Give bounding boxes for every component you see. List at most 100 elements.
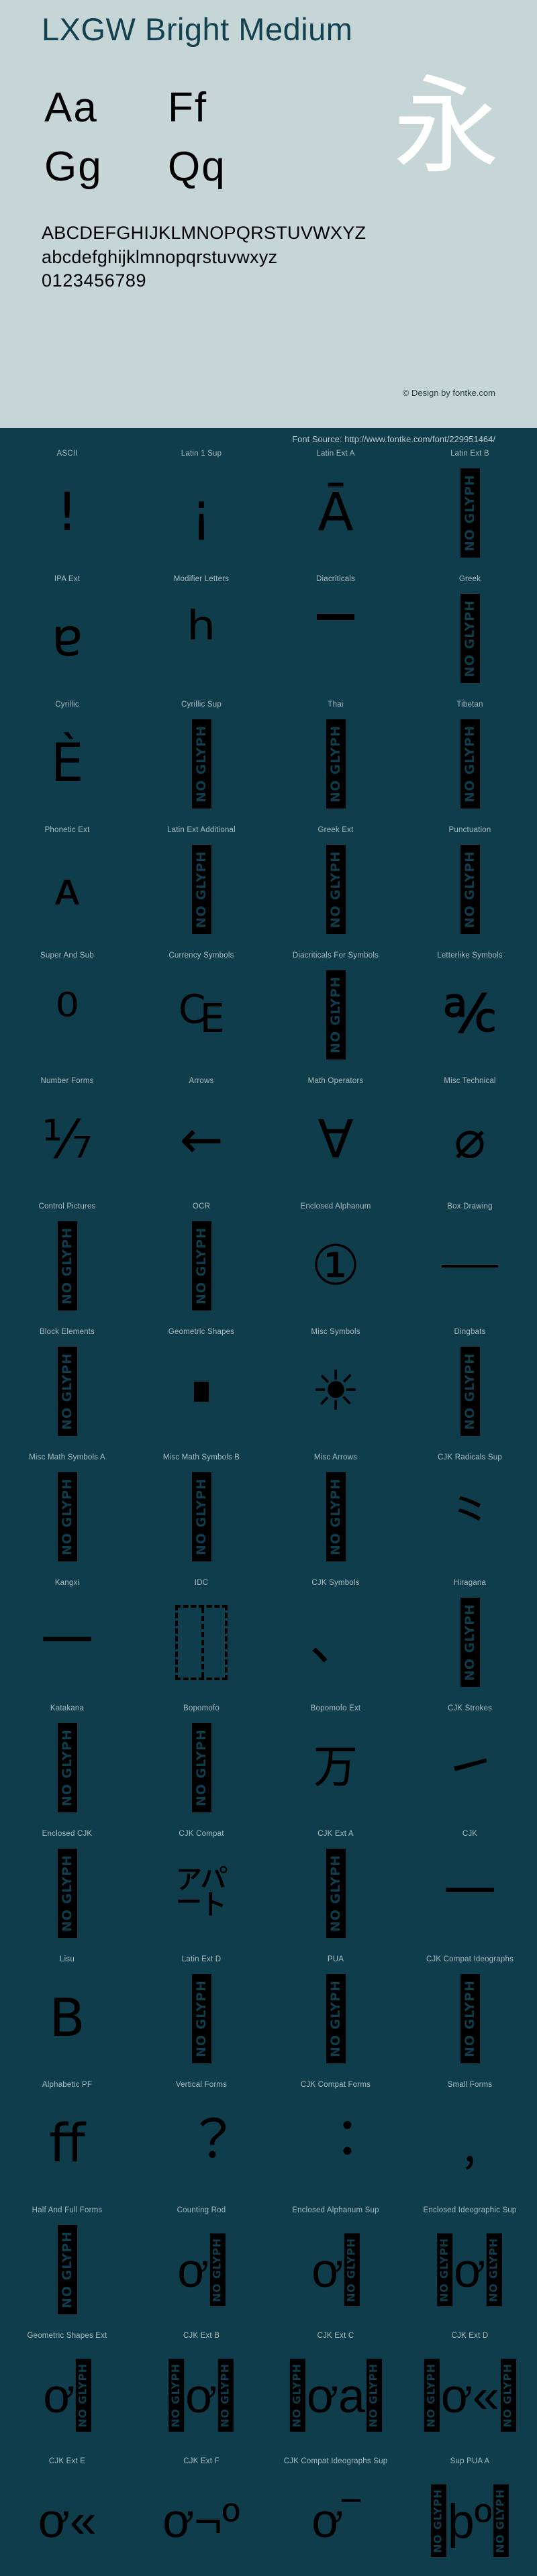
unicode-block-cell[interactable]: Greek Ext NO GLYPH	[268, 819, 403, 945]
unicode-block-cell[interactable]: Counting Rod ơ NO GLYPH	[134, 2200, 268, 2325]
no-glyph-badge: NO GLYPH	[57, 1849, 77, 1938]
unicode-block-cell[interactable]: Hiragana NO GLYPH	[403, 1572, 537, 1698]
unicode-block-cell[interactable]: CJK Strokes ㇀	[403, 1698, 537, 1823]
unicode-block-cell[interactable]: Bopomofo Ext ㄪ	[268, 1698, 403, 1823]
glyph-sample: ㇀	[443, 1737, 496, 1798]
unicode-block-cell[interactable]: Phonetic Ext ᴀ	[0, 819, 134, 945]
unicode-block-cell[interactable]: Small Forms ﹐	[403, 2074, 537, 2200]
unicode-block-cell[interactable]: Currency Symbols ₠	[134, 945, 268, 1070]
unicode-block-cell[interactable]: Enclosed Alphanum ①	[268, 1196, 403, 1321]
unicode-block-label: Letterlike Symbols	[437, 951, 503, 960]
unicode-block-cell[interactable]: CJK Compat Ideographs Sup ơ‾	[268, 2451, 403, 2576]
unicode-block-cell[interactable]: Thai NO GLYPH	[268, 694, 403, 819]
glyph-preview: ɐ	[0, 583, 134, 694]
glyph-preview: Ѐ	[0, 709, 134, 819]
unicode-block-cell[interactable]: OCR NO GLYPH	[134, 1196, 268, 1321]
no-glyph-badge: NO GLYPH	[191, 1974, 211, 2063]
unicode-block-cell[interactable]: Super And Sub ⁰	[0, 945, 134, 1070]
unicode-block-cell[interactable]: Dingbats NO GLYPH	[403, 1321, 537, 1447]
unicode-block-cell[interactable]: Alphabetic PF ﬀ	[0, 2074, 134, 2200]
unicode-block-cell[interactable]: CJK Ext A NO GLYPH	[268, 1823, 403, 1949]
unicode-block-cell[interactable]: CJK Ext B NO GLYPH ơ NO GLYPH	[134, 2325, 268, 2451]
unicode-block-cell[interactable]: Lisu ꓐ	[0, 1949, 134, 2074]
glyph-sample: 、	[309, 1612, 362, 1673]
glyph-sample: ﬀ	[49, 2114, 85, 2175]
unicode-block-cell[interactable]: CJK 一	[403, 1823, 537, 1949]
unicode-block-cell[interactable]: Control Pictures NO GLYPH	[0, 1196, 134, 1321]
unicode-block-cell[interactable]: Geometric Shapes	[134, 1321, 268, 1447]
unicode-block-cell[interactable]: Geometric Shapes Ext ơ NO GLYPH	[0, 2325, 134, 2451]
unicode-block-cell[interactable]: Misc Symbols ☀	[268, 1321, 403, 1447]
no-glyph-badge: NO GLYPH	[57, 1723, 77, 1812]
unicode-block-cell[interactable]: Latin 1 Sup ¡	[134, 443, 268, 568]
unicode-block-cell[interactable]: ASCII!	[0, 443, 134, 568]
unicode-block-cell[interactable]: CJK Compat ㌀	[134, 1823, 268, 1949]
unicode-block-cell[interactable]: CJK Ext D NO GLYPH ơ« NO GLYPH	[403, 2325, 537, 2451]
unicode-block-cell[interactable]: Modifier Letters ʰ	[134, 568, 268, 694]
unicode-block-cell[interactable]: Diacriticals	[268, 568, 403, 694]
glyph-sample: Ѐ	[50, 733, 84, 794]
unicode-block-cell[interactable]: Number Forms ⅐	[0, 1070, 134, 1196]
no-glyph-badge: NO GLYPH	[191, 845, 211, 934]
no-glyph-badge: NO GLYPH	[437, 2233, 453, 2306]
unicode-block-cell[interactable]: Enclosed Ideographic Sup NO GLYPH ơ NO GLYP…	[403, 2200, 537, 2325]
unicode-block-cell[interactable]: Box Drawing	[403, 1196, 537, 1321]
unicode-block-cell[interactable]: Katakana NO GLYPH	[0, 1698, 134, 1823]
unicode-block-cell[interactable]: Latin Ext A Ā	[268, 443, 403, 568]
unicode-block-cell[interactable]: Cyrillic Sup NO GLYPH	[134, 694, 268, 819]
unicode-block-cell[interactable]: Diacriticals For Symbols NO GLYPH	[268, 945, 403, 1070]
unicode-block-cell[interactable]: Punctuation NO GLYPH	[403, 819, 537, 945]
unicode-block-cell[interactable]: Letterlike Symbols ℀	[403, 945, 537, 1070]
unicode-block-cell[interactable]: CJK Compat Ideographs NO GLYPH	[403, 1949, 537, 2074]
unicode-block-cell[interactable]: Math Operators ∀	[268, 1070, 403, 1196]
sample-letter-qq: Qq	[168, 144, 226, 190]
glyph-preview: ①	[268, 1210, 403, 1321]
glyph-sample: ☀	[311, 1359, 360, 1423]
unicode-block-label: Half And Full Forms	[32, 2206, 103, 2214]
unicode-block-cell[interactable]: CJK Ext F ơ¬º	[134, 2451, 268, 2576]
unicode-block-cell[interactable]: Cyrillic Ѐ	[0, 694, 134, 819]
glyph-preview: NO GLYPH	[268, 1963, 403, 2074]
unicode-block-cell[interactable]: Bopomofo NO GLYPH	[134, 1698, 268, 1823]
glyph-sample: ơ	[177, 2242, 209, 2297]
glyph-preview: !	[0, 458, 134, 568]
unicode-block-cell[interactable]: Enclosed Alphanum Sup ơ NO GLYPH	[268, 2200, 403, 2325]
unicode-block-cell[interactable]: Tibetan NO GLYPH	[403, 694, 537, 819]
unicode-block-cell[interactable]: Vertical Forms ︖	[134, 2074, 268, 2200]
unicode-block-cell[interactable]: Latin Ext Additional NO GLYPH	[134, 819, 268, 945]
unicode-block-cell[interactable]: CJK Ext C NO GLYPH ơa NO GLYPH	[268, 2325, 403, 2451]
unicode-block-cell[interactable]: Half And Full Forms NO GLYPH	[0, 2200, 134, 2325]
unicode-block-label: Punctuation	[448, 826, 491, 834]
no-glyph-badge: NO GLYPH	[191, 1221, 211, 1310]
glyph-sample: ㌀	[175, 1863, 228, 1924]
unicode-block-cell[interactable]: Kangxi 一	[0, 1572, 134, 1698]
no-glyph-badge: NO GLYPH	[493, 2484, 509, 2557]
copyright-notice: © Design by fontke.com	[402, 388, 495, 398]
no-glyph-badge: NO GLYPH	[487, 2233, 503, 2306]
no-glyph-badge: NO GLYPH	[191, 1723, 211, 1812]
unicode-block-cell[interactable]: CJK Compat Forms ︓	[268, 2074, 403, 2200]
unicode-block-cell[interactable]: Arrows ←	[134, 1070, 268, 1196]
unicode-block-cell[interactable]: PUA NO GLYPH	[268, 1949, 403, 2074]
unicode-block-cell[interactable]: Misc Arrows NO GLYPH	[268, 1447, 403, 1572]
unicode-block-cell[interactable]: Block Elements NO GLYPH	[0, 1321, 134, 1447]
glyph-sample: ꓐ	[49, 1988, 85, 2049]
unicode-block-cell[interactable]: CJK Ext E ơ«	[0, 2451, 134, 2576]
unicode-block-label: Enclosed Alphanum Sup	[292, 2206, 379, 2214]
unicode-block-cell[interactable]: CJK Radicals Sup ⺀	[403, 1447, 537, 1572]
unicode-block-cell[interactable]: Sup PUA A NO GLYPH þº NO GLYPH	[403, 2451, 537, 2576]
unicode-block-cell[interactable]: CJK Symbols 、	[268, 1572, 403, 1698]
unicode-block-cell[interactable]: IDC	[134, 1572, 268, 1698]
unicode-block-cell[interactable]: IPA Ext ɐ	[0, 568, 134, 694]
unicode-block-label: Super And Sub	[40, 951, 94, 960]
unicode-block-cell[interactable]: Misc Math Symbols A NO GLYPH	[0, 1447, 134, 1572]
glyph-preview	[268, 583, 403, 694]
unicode-block-cell[interactable]: Misc Technical ⌀	[403, 1070, 537, 1196]
unicode-block-cell[interactable]: Misc Math Symbols B NO GLYPH	[134, 1447, 268, 1572]
no-glyph-badge: NO GLYPH	[191, 719, 211, 809]
unicode-block-cell[interactable]: Enclosed CJK NO GLYPH	[0, 1823, 134, 1949]
unicode-block-cell[interactable]: Greek NO GLYPH	[403, 568, 537, 694]
unicode-block-cell[interactable]: Latin Ext B NO GLYPH	[403, 443, 537, 568]
unicode-block-label: CJK Compat Ideographs	[426, 1955, 514, 1963]
unicode-block-cell[interactable]: Latin Ext D NO GLYPH	[134, 1949, 268, 2074]
